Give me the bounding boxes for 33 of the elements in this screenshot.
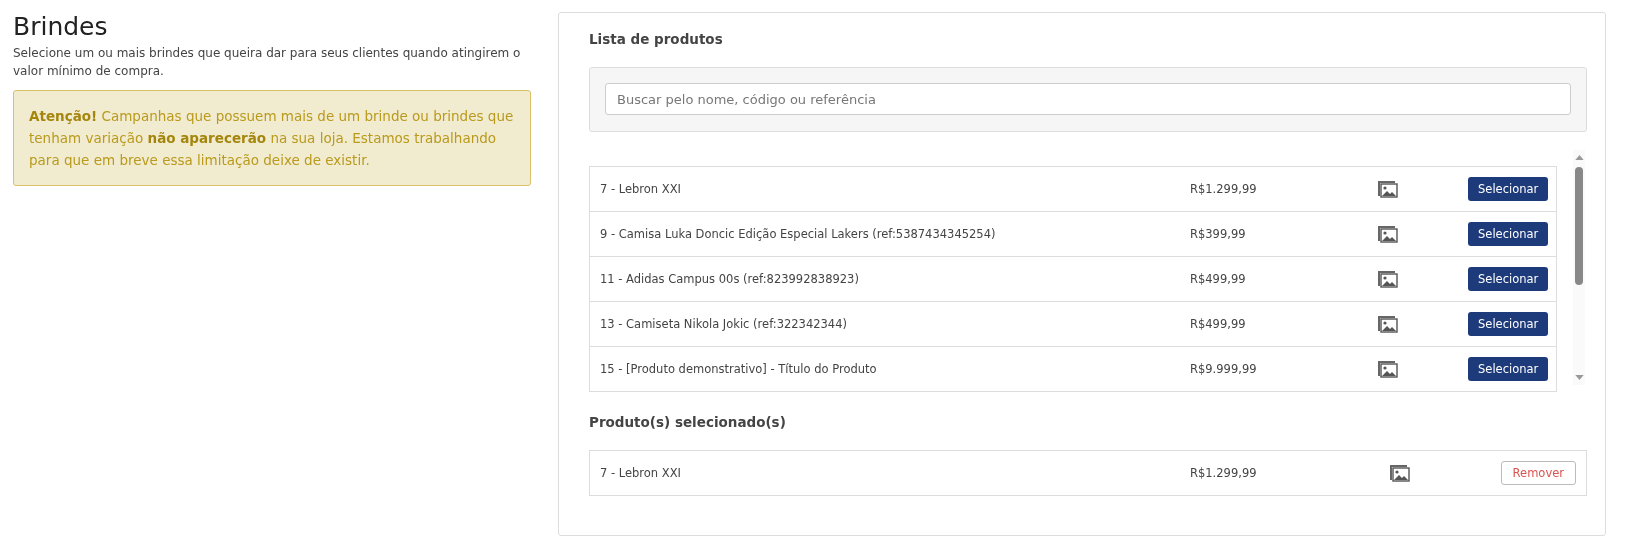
select-button[interactable]: Selecionar [1468,357,1549,381]
section-title: Lista de produtos [589,31,724,47]
select-button[interactable]: Selecionar [1468,267,1549,291]
image-icon [1390,464,1410,482]
remove-button[interactable]: Remover [1500,461,1576,485]
up-arrow-icon[interactable] [1574,155,1584,160]
image-icon [1378,180,1398,198]
select-button[interactable]: Selecionar [1468,312,1549,336]
product-price: R$1.299,99 [1190,466,1258,480]
select-button[interactable]: Selecionar [1468,177,1549,201]
image-icon [1378,270,1398,288]
product-name: 13 - Camiseta Nikola Jokic (ref:322342344) [600,317,848,331]
image-icon [1378,360,1398,378]
page-description: Selecione um ou mais brindes que queira dar para seus clientes quando atingirem o valor mínimo de compra. [13,45,522,80]
product-price: R$499,99 [1190,317,1247,331]
product-name: 15 - [Produto demonstrativo] - Título do Produto [600,362,878,376]
section-title: Produto(s) selecionado(s) [589,414,787,430]
warning-alert: Atenção! Campanhas que possuem mais de um brinde ou brindes que tenham variação não aparecerão na sua loja. Estamos trabalhando para que em breve essa limitação deixe de existir. [13,90,531,186]
product-name: 9 - Camisa Luka Doncic Edição Especial Lakers (ref:5387434345254) [600,227,997,241]
product-name: 7 - Lebron XXI [600,466,682,480]
down-arrow-icon[interactable] [1574,375,1584,380]
product-price: R$499,99 [1190,272,1247,286]
page-title: Brindes [13,12,109,42]
product-name: 11 - Adidas Campus 00s (ref:823992838923) [600,272,860,286]
product-price: R$1.299,99 [1190,182,1258,196]
product-name: 7 - Lebron XXI [600,182,682,196]
product-price: R$399,99 [1190,227,1247,241]
search-field[interactable]: Buscar pelo nome, código ou referência [605,83,1571,115]
product-price: R$9.999,99 [1190,362,1258,376]
image-icon [1378,225,1398,243]
scrollbar[interactable] [1573,150,1585,385]
image-icon [1378,315,1398,333]
select-button[interactable]: Selecionar [1468,222,1549,246]
